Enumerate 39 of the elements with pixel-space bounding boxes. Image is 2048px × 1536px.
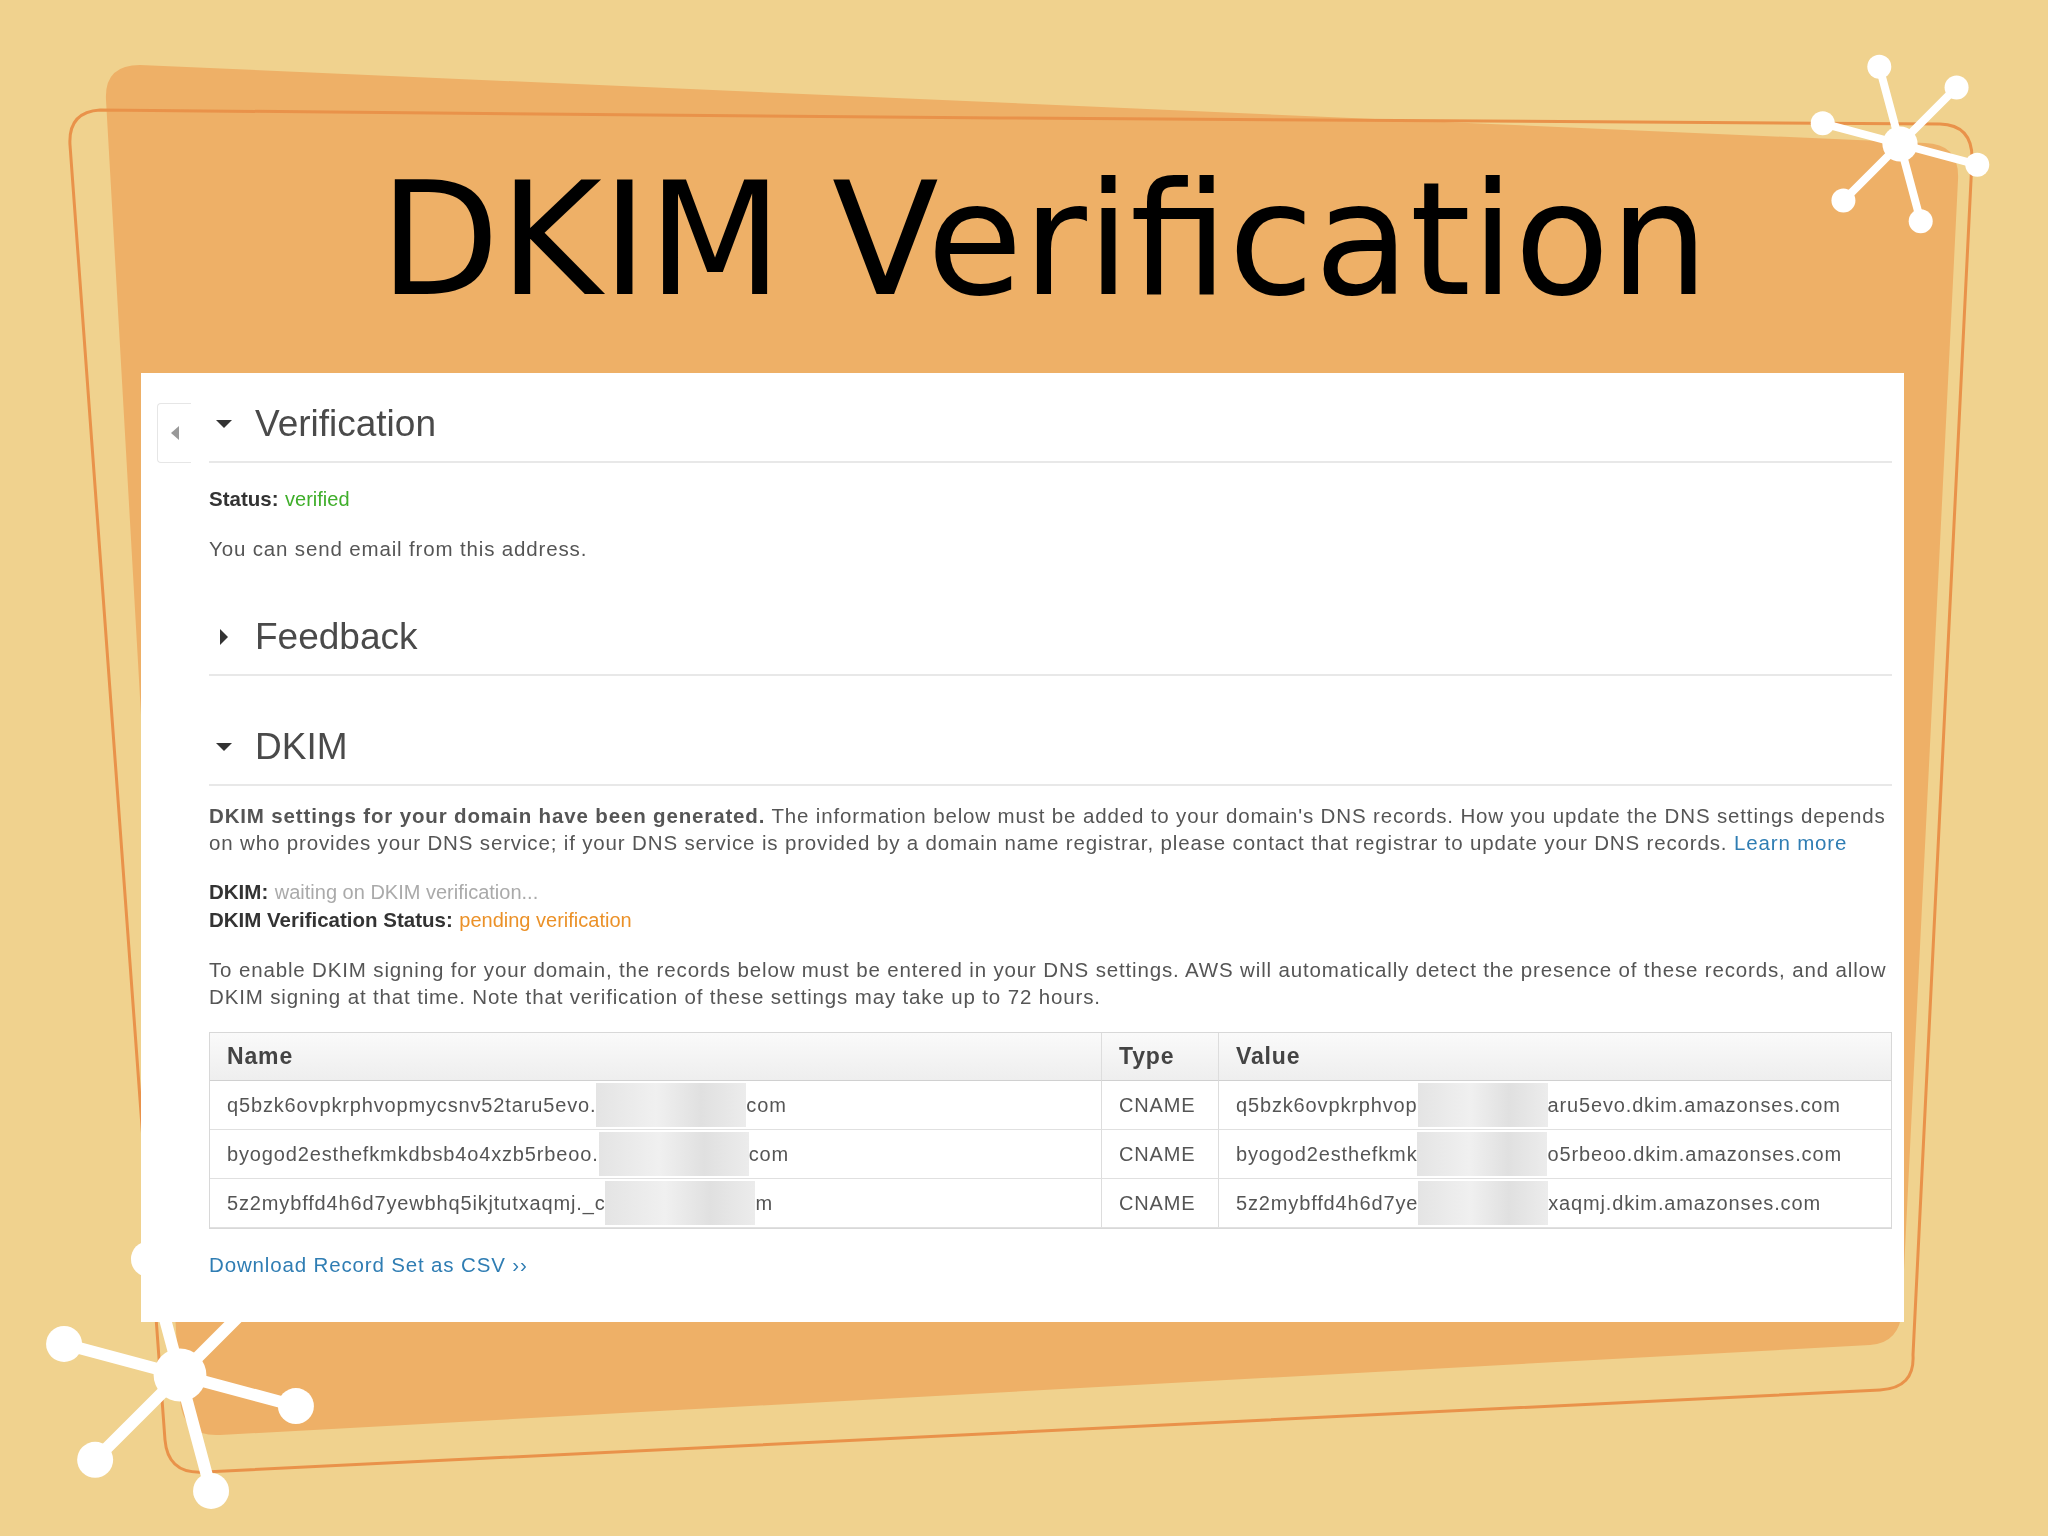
dkim-status-label: DKIM Verification Status: bbox=[209, 908, 453, 931]
dkim-label: DKIM: bbox=[209, 880, 269, 903]
dkim-instructions: To enable DKIM signing for your domain, the records below must be entered in your DNS settings. AWS will automatically detect the presence of these records, and allow DKIM signing at that time. Note that verification of these settings may take up to 72 hours. bbox=[209, 957, 1888, 1010]
name-text: com bbox=[746, 1092, 787, 1118]
starburst-icon bbox=[1810, 54, 1990, 234]
value-text: 5z2mybffd4h6d7ye bbox=[1236, 1190, 1419, 1216]
value-text: aru5evo.dkim.amazonses.com bbox=[1547, 1092, 1841, 1118]
section-header[interactable]: Verification bbox=[209, 373, 1892, 463]
type-cell: CNAME bbox=[1101, 1179, 1218, 1228]
value-text: xaqmj.dkim.amazonses.com bbox=[1548, 1190, 1821, 1216]
value-text: q5bzk6ovpkrphvop bbox=[1236, 1092, 1418, 1118]
section-header[interactable]: Feedback bbox=[209, 586, 1892, 676]
section-title: Feedback bbox=[255, 616, 418, 658]
value-text: byogod2esthefkmk bbox=[1236, 1141, 1418, 1167]
name-text: q5bzk6ovpkrphvopmycsnv52taru5evo. bbox=[227, 1092, 597, 1118]
dkim-status-value: pending verification bbox=[459, 909, 632, 931]
section-header[interactable]: DKIM bbox=[209, 696, 1892, 786]
value-text: o5rbeoo.dkim.amazonses.com bbox=[1547, 1141, 1842, 1167]
name-text: 5z2mybffd4h6d7yewbhq5ikjtutxaqmj._c bbox=[227, 1190, 606, 1217]
type-cell: CNAME bbox=[1101, 1081, 1218, 1130]
column-header: Value bbox=[1218, 1033, 1891, 1081]
status-label: Status: bbox=[209, 487, 279, 510]
name-text: m bbox=[755, 1190, 773, 1216]
learn-more-link[interactable]: Learn more bbox=[1733, 831, 1848, 854]
type-cell: CNAME bbox=[1101, 1130, 1218, 1179]
name-text: byogod2esthefkmkdbsb4o4xzb5rbeoo. bbox=[227, 1141, 599, 1167]
status-note: You can send email from this address. bbox=[209, 536, 589, 562]
dkim-intro: DKIM settings for your domain have been generated. The information below must be added to your domain's DNS records. How you update the DNS settings depends on who provides your DNS service; if your DNS service is provided by a domain name registrar, please contact that registrar to update your DNS records. Learn more bbox=[209, 803, 1887, 856]
slide-title: DKIM Verification bbox=[378, 150, 1709, 330]
dkim-value: waiting on DKIM verification... bbox=[274, 881, 539, 903]
download-csv-link[interactable]: Download Record Set as CSV ›› bbox=[209, 1253, 528, 1276]
status-value: verified bbox=[285, 488, 350, 510]
column-header: Type bbox=[1101, 1033, 1218, 1081]
collapse-tab[interactable] bbox=[157, 403, 191, 463]
section-title: DKIM bbox=[255, 726, 348, 768]
left-arrow-icon bbox=[169, 425, 180, 441]
column-header: Name bbox=[210, 1033, 1101, 1081]
name-text: com bbox=[748, 1141, 789, 1167]
section-title: Verification bbox=[255, 403, 436, 445]
